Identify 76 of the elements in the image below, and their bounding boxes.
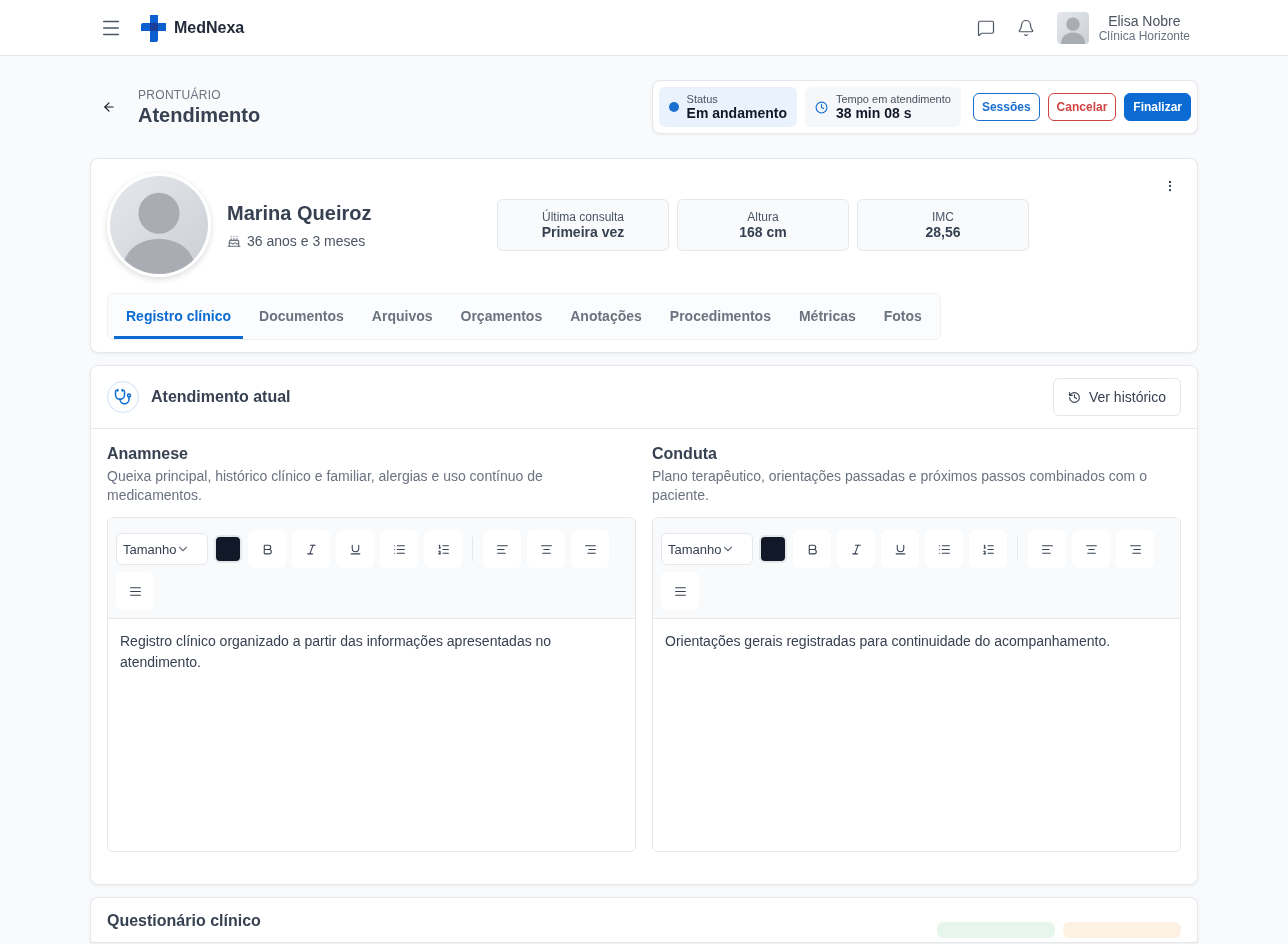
action-button[interactable]: Finalizar (1124, 93, 1191, 121)
cake-icon (227, 233, 241, 248)
clock-icon (814, 100, 828, 114)
italic-icon (849, 542, 863, 556)
tab[interactable]: Fotos (871, 294, 934, 339)
numbered-list-button[interactable] (969, 530, 1007, 568)
stat-value: 168 cm (739, 224, 787, 240)
editor-content[interactable]: Registro clínico organizado a partir das informações apresentadas no atendimento. (108, 619, 635, 851)
clinic-name: Clínica Horizonte (1098, 28, 1190, 43)
align-justify-icon (128, 584, 142, 598)
action-button[interactable]: Cancelar (1047, 93, 1117, 121)
chat-icon[interactable] (976, 18, 995, 37)
underline-button[interactable] (881, 530, 919, 568)
italic-icon (304, 542, 318, 556)
patient-name: Marina Queiroz (227, 201, 373, 225)
text-color-swatch[interactable] (214, 535, 242, 563)
user-name: Elisa Nobre (1108, 12, 1181, 29)
status-value: Em andamento (686, 105, 787, 121)
align-center-icon (1084, 542, 1098, 556)
section-title: Atendimento atual (151, 388, 291, 406)
italic-button[interactable] (292, 530, 330, 568)
underline-icon (893, 542, 907, 556)
editor-title: Anamnese (107, 445, 189, 463)
section-title: Questionário clínico (107, 912, 261, 930)
editor-content[interactable]: Orientações gerais registradas para continuidade do acompanhamento. (653, 619, 1180, 851)
tab[interactable]: Procedimentos (657, 294, 783, 339)
underline-button[interactable] (336, 530, 374, 568)
editor-description: Queixa principal, histórico clínico e familiar, alergias e uso contínuo de medicamentos. (107, 467, 544, 505)
stat-value: 28,56 (925, 224, 961, 240)
editor-description: Plano terapêutico, orientações passadas e próximos passos combinados com o paciente. (652, 467, 1148, 505)
align-right-icon (583, 542, 597, 556)
bold-button[interactable] (793, 530, 831, 568)
stat-label: IMC (932, 210, 954, 224)
timer-label: Tempo em atendimento (835, 93, 951, 105)
history-button[interactable]: Ver histórico (1052, 378, 1181, 416)
align-justify-icon (673, 584, 687, 598)
tab[interactable]: Anotações (558, 294, 654, 339)
notification-bell-icon[interactable] (1016, 18, 1035, 37)
tab[interactable]: Orçamentos (448, 294, 555, 339)
align-left-icon (495, 542, 509, 556)
stat-value: Primeira vez (541, 224, 625, 240)
text-color-swatch[interactable] (759, 535, 787, 563)
bullet-list-icon (392, 542, 406, 556)
brand-name: MedNexa (174, 18, 245, 37)
tab[interactable]: Documentos (247, 294, 356, 339)
numbered-list-button[interactable] (424, 530, 462, 568)
back-button[interactable] (102, 100, 116, 114)
tab[interactable]: Registro clínico (114, 294, 244, 339)
stat-label: Última consulta (542, 210, 624, 224)
history-icon (1067, 390, 1081, 404)
font-size-select[interactable]: Tamanho (116, 533, 208, 565)
numbered-list-icon (981, 542, 995, 556)
align-left-icon (1040, 542, 1054, 556)
page-eyebrow: PRONTUÁRIO (138, 87, 222, 102)
italic-button[interactable] (837, 530, 875, 568)
justify-button[interactable] (661, 572, 699, 610)
justify-button[interactable] (116, 572, 154, 610)
editor-title: Conduta (652, 445, 718, 463)
page-title: Atendimento (138, 103, 261, 127)
align-right-icon (1128, 542, 1142, 556)
status-dot (668, 102, 679, 112)
user-avatar (1056, 11, 1089, 44)
timer-value: 38 min 08 s (835, 105, 913, 121)
bullet-list-icon (937, 542, 951, 556)
align-center-icon (539, 542, 553, 556)
tab[interactable]: Arquivos (359, 294, 445, 339)
status-label: Status (686, 93, 719, 105)
patient-age: 36 anos e 3 meses (247, 232, 366, 249)
logo-icon (140, 13, 168, 42)
underline-icon (348, 542, 362, 556)
numbered-list-icon (436, 542, 450, 556)
bold-button[interactable] (248, 530, 286, 568)
tab[interactable]: Métricas (786, 294, 868, 339)
action-button[interactable]: Sessões (972, 93, 1040, 121)
stat-label: Altura (747, 210, 779, 224)
font-size-select[interactable]: Tamanho (661, 533, 753, 565)
